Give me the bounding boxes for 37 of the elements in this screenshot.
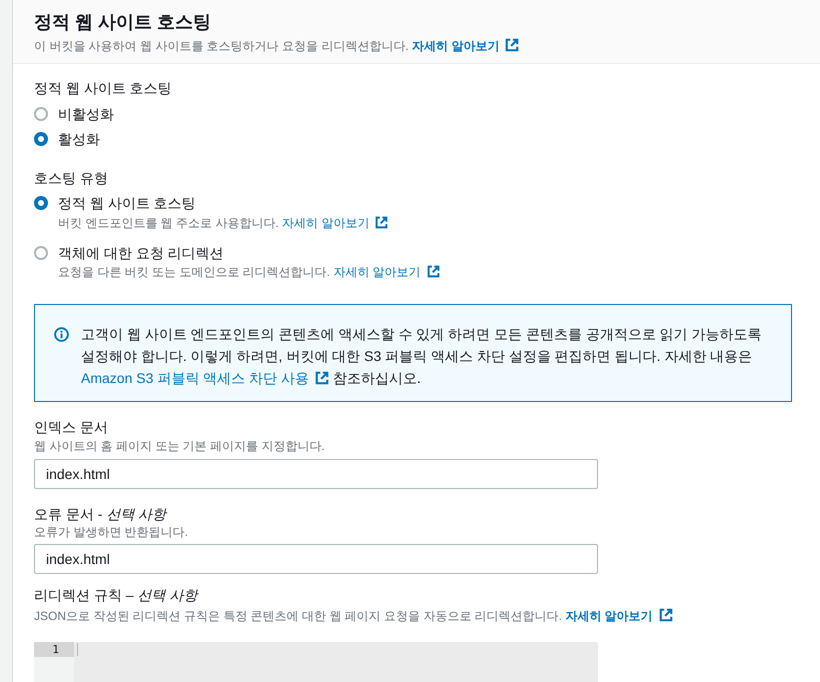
- field-label: 정적 웹 사이트 호스팅: [34, 79, 173, 98]
- text-input-field[interactable]: index.html: [34, 544, 598, 574]
- option-label[interactable]: 비활성화: [58, 104, 114, 124]
- field-description: JSON으로 작성된 리디렉션 규칙은 특정 콘텐츠에 대한 웹 페이지 요청을 자동으로 리디렉션합니다. 자세히 알아보기: [34, 608, 820, 624]
- field-description: 웹 사이트의 홈 페이지 또는 기본 페이지를 지정합니다.: [34, 438, 326, 454]
- external-link-icon: [375, 216, 388, 229]
- radio-button[interactable]: [34, 196, 48, 210]
- external-link-icon: [505, 38, 520, 52]
- external-link-icon: [658, 608, 673, 622]
- radio-button[interactable]: [34, 246, 48, 260]
- text-cursor-icon: [77, 643, 78, 656]
- option-label[interactable]: 객체에 대한 요청 리디렉션: [58, 242, 224, 264]
- line-number: 1: [34, 642, 74, 657]
- code-editor-field[interactable]: 1: [34, 642, 598, 682]
- option-label[interactable]: 정적 웹 사이트 호스팅: [58, 192, 196, 214]
- field-label: 오류 문서 - 선택 사항: [34, 505, 168, 524]
- panel-description: 이 버킷을 사용하여 웹 사이트를 호스팅하거나 요청을 리디렉션합니다. 자세히 알아보기: [34, 38, 820, 54]
- learn-more-link[interactable]: Amazon S3 퍼블릭 액세스 차단 사용: [81, 370, 329, 386]
- panel-title: 정적 웹 사이트 호스팅: [34, 11, 212, 34]
- option-description: 버킷 엔드포인트를 웹 주소로 사용합니다. 자세히 알아보기: [34, 215, 820, 231]
- option-description: 요청을 다른 버킷 또는 도메인으로 리디렉션합니다. 자세히 알아보기: [34, 264, 820, 280]
- external-link-icon: [314, 371, 329, 385]
- alert-text: 고객이 웹 사이트 엔드포인트의 콘텐츠에 액세스할 수 있게 하려면 모든 콘텐츠를 공개적으로 읽기 가능하도록 설정해야 합니다. 이렇게 하려면, 버킷에 대한 S3 퍼블릭 액세스 차단 설정을 편집하면 됩니다. 자세한 내용은 Amazon S3 퍼블릭 액세스 차단 사용 참조하십시오.: [81, 325, 763, 388]
- external-link-icon: [426, 265, 440, 278]
- field-description: 오류가 발생하면 반환됩니다.: [34, 524, 190, 540]
- radio-button[interactable]: [34, 107, 48, 121]
- learn-more-link[interactable]: 자세히 알아보기: [565, 609, 673, 623]
- text-input-field[interactable]: index.html: [34, 459, 598, 489]
- option-label[interactable]: 활성화: [58, 128, 100, 150]
- field-label: 인덱스 문서: [34, 418, 109, 437]
- radio-button[interactable]: [34, 132, 48, 146]
- field-label: 호스팅 유형: [34, 169, 109, 188]
- learn-more-link[interactable]: 자세히 알아보기: [333, 265, 440, 279]
- learn-more-link[interactable]: 자세히 알아보기: [412, 39, 520, 53]
- info-icon: [54, 327, 69, 342]
- field-label: 리디렉션 규칙 – 선택 사항: [34, 586, 200, 605]
- learn-more-link[interactable]: 자세히 알아보기: [282, 216, 388, 230]
